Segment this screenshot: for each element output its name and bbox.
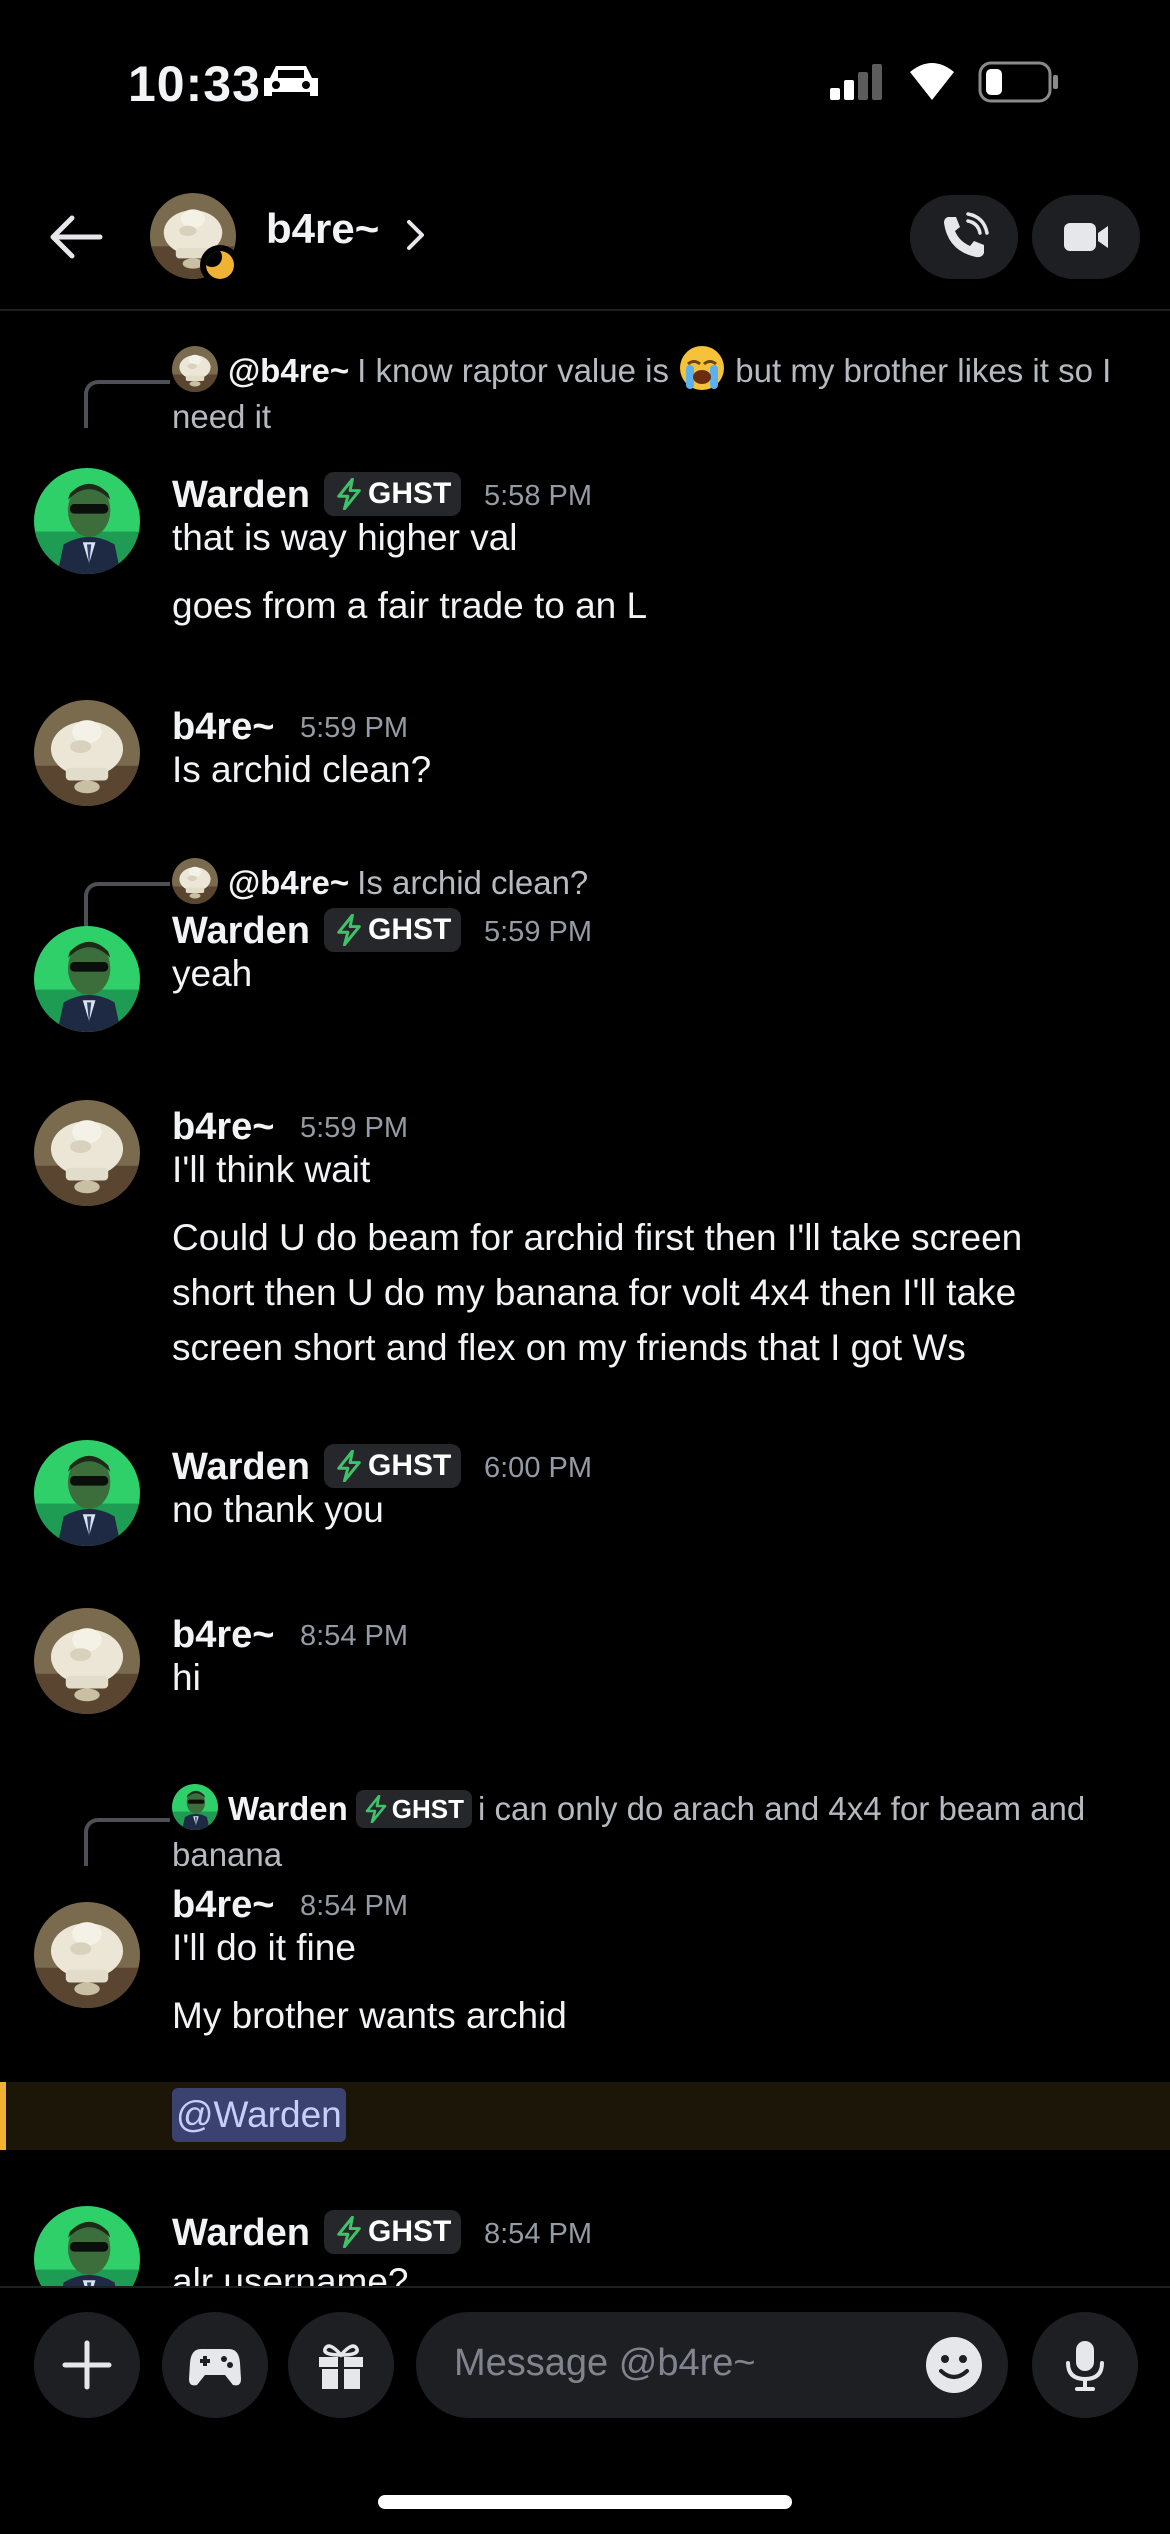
plus-icon <box>62 2340 112 2390</box>
message-text: goes from a fair trade to an L <box>172 585 648 626</box>
reply-preview[interactable]: @b4re~ I know raptor value is but my brot… <box>172 344 1132 440</box>
reply-author: @b4re~ <box>228 352 350 389</box>
message-timestamp: 8:54 PM <box>300 1620 408 1652</box>
message-input-placeholder: Message @b4re~ <box>454 2342 756 2384</box>
video-camera-icon <box>1064 223 1108 251</box>
message-composer: Message @b4re~ <box>0 2286 1170 2534</box>
status-bar: 10:33 <box>0 0 1170 160</box>
guild-tag-label: GHST <box>368 477 452 510</box>
message-text: hi <box>172 1657 201 1698</box>
reply-connector <box>84 380 170 428</box>
message-input[interactable]: Message @b4re~ <box>416 2312 1008 2418</box>
reply-avatar <box>172 858 218 904</box>
message-timestamp: 8:54 PM <box>300 1890 408 1922</box>
message-text: I'll do it fine <box>172 1927 356 1968</box>
home-indicator[interactable] <box>378 2495 792 2509</box>
conversation-header: b4re~ <box>0 175 1170 311</box>
message-text: alr username? <box>172 2261 409 2286</box>
message-text: Could U do beam for archid first then I'… <box>172 1217 1023 1258</box>
microphone-icon <box>1066 2341 1104 2391</box>
phone-icon <box>944 212 989 258</box>
emoji-picker-icon[interactable] <box>924 2335 984 2395</box>
guild-tag[interactable]: GHST <box>324 2210 462 2254</box>
lightning-bolt-icon <box>334 1450 364 1482</box>
reply-preview[interactable]: Warden GHST i can only do arach and 4x4 fo… <box>172 1784 1132 1878</box>
user-avatar[interactable] <box>34 1100 140 1206</box>
message-list[interactable]: @b4re~ I know raptor value is but my brot… <box>0 310 1170 2286</box>
message-timestamp: 8:54 PM <box>484 2218 592 2250</box>
message-timestamp: 5:58 PM <box>484 480 592 512</box>
battery-icon <box>978 61 1058 103</box>
reply-author: Warden <box>228 1790 348 1827</box>
idle-status-icon <box>200 245 240 285</box>
guild-tag-label: GHST <box>368 913 452 946</box>
message-text: My brother wants archid <box>172 1995 567 2036</box>
game-controller-icon <box>189 2349 241 2386</box>
user-avatar[interactable] <box>34 700 140 806</box>
message-text: yeah <box>172 953 253 994</box>
reply-guild-tag: GHST <box>355 1790 473 1828</box>
message-author[interactable]: Warden <box>172 2212 310 2255</box>
message-text: that is way higher val <box>172 517 518 558</box>
guild-tag-label: GHST <box>368 1449 452 1482</box>
user-avatar[interactable] <box>34 1440 140 1546</box>
reply-connector <box>84 882 170 930</box>
user-avatar[interactable] <box>34 926 140 1032</box>
lightning-bolt-icon <box>334 914 364 946</box>
message-text: I'll think wait <box>172 1149 371 1190</box>
voice-message-button[interactable] <box>1032 2312 1138 2418</box>
loudly-crying-emoji-icon <box>680 346 725 390</box>
back-arrow-icon[interactable] <box>44 205 108 269</box>
cellular-signal-icon <box>830 64 882 100</box>
gift-button[interactable] <box>288 2312 394 2418</box>
lightning-bolt-icon <box>334 2216 364 2248</box>
user-avatar[interactable] <box>34 2206 140 2286</box>
status-time: 10:33 <box>128 56 261 112</box>
reply-avatar <box>172 346 218 392</box>
user-avatar[interactable] <box>34 468 140 574</box>
message-text: Is archid clean? <box>172 749 432 790</box>
car-icon <box>264 66 318 96</box>
attach-button[interactable] <box>34 2312 140 2418</box>
message-timestamp: 5:59 PM <box>484 916 592 948</box>
message-timestamp: 6:00 PM <box>484 1452 592 1484</box>
mention-indicator-bar <box>0 2082 6 2150</box>
gift-icon <box>319 2344 363 2389</box>
message-timestamp: 5:59 PM <box>300 1112 408 1144</box>
guild-tag[interactable]: GHST <box>324 908 462 952</box>
video-call-button[interactable] <box>1032 195 1140 279</box>
wifi-icon <box>910 63 954 100</box>
reply-connector <box>84 1818 170 1866</box>
message-text: short then U do my banana for volt 4x4 t… <box>172 1272 1017 1313</box>
user-mention[interactable]: @Warden <box>172 2088 346 2142</box>
message-text: screen short and flex on my friends that… <box>172 1327 966 1368</box>
message-text: no thank you <box>172 1489 384 1530</box>
user-avatar[interactable] <box>34 1608 140 1714</box>
chevron-right-icon[interactable] <box>404 217 428 253</box>
guild-tag-label: GHST <box>368 2215 452 2248</box>
reply-preview[interactable]: @b4re~ Is archid clean? <box>172 858 1132 906</box>
header-username[interactable]: b4re~ <box>266 205 379 253</box>
message-timestamp: 5:59 PM <box>300 712 408 744</box>
user-avatar[interactable] <box>34 1902 140 2008</box>
lightning-bolt-icon <box>364 1795 388 1823</box>
reply-text: Is archid clean? <box>357 864 589 901</box>
reply-avatar <box>172 1784 218 1830</box>
activities-button[interactable] <box>162 2312 268 2418</box>
mention-highlight: @Warden <box>0 2082 1170 2150</box>
lightning-bolt-icon <box>334 478 364 510</box>
reply-author: @b4re~ <box>228 864 350 901</box>
voice-call-button[interactable] <box>910 195 1018 279</box>
